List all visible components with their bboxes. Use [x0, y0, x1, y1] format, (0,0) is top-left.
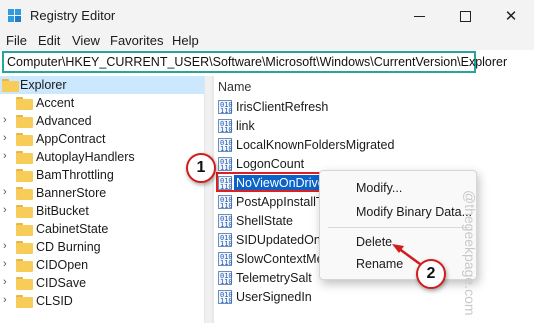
- watermark: @thegeekpage.com: [462, 190, 478, 316]
- arrow-icon: [392, 244, 421, 266]
